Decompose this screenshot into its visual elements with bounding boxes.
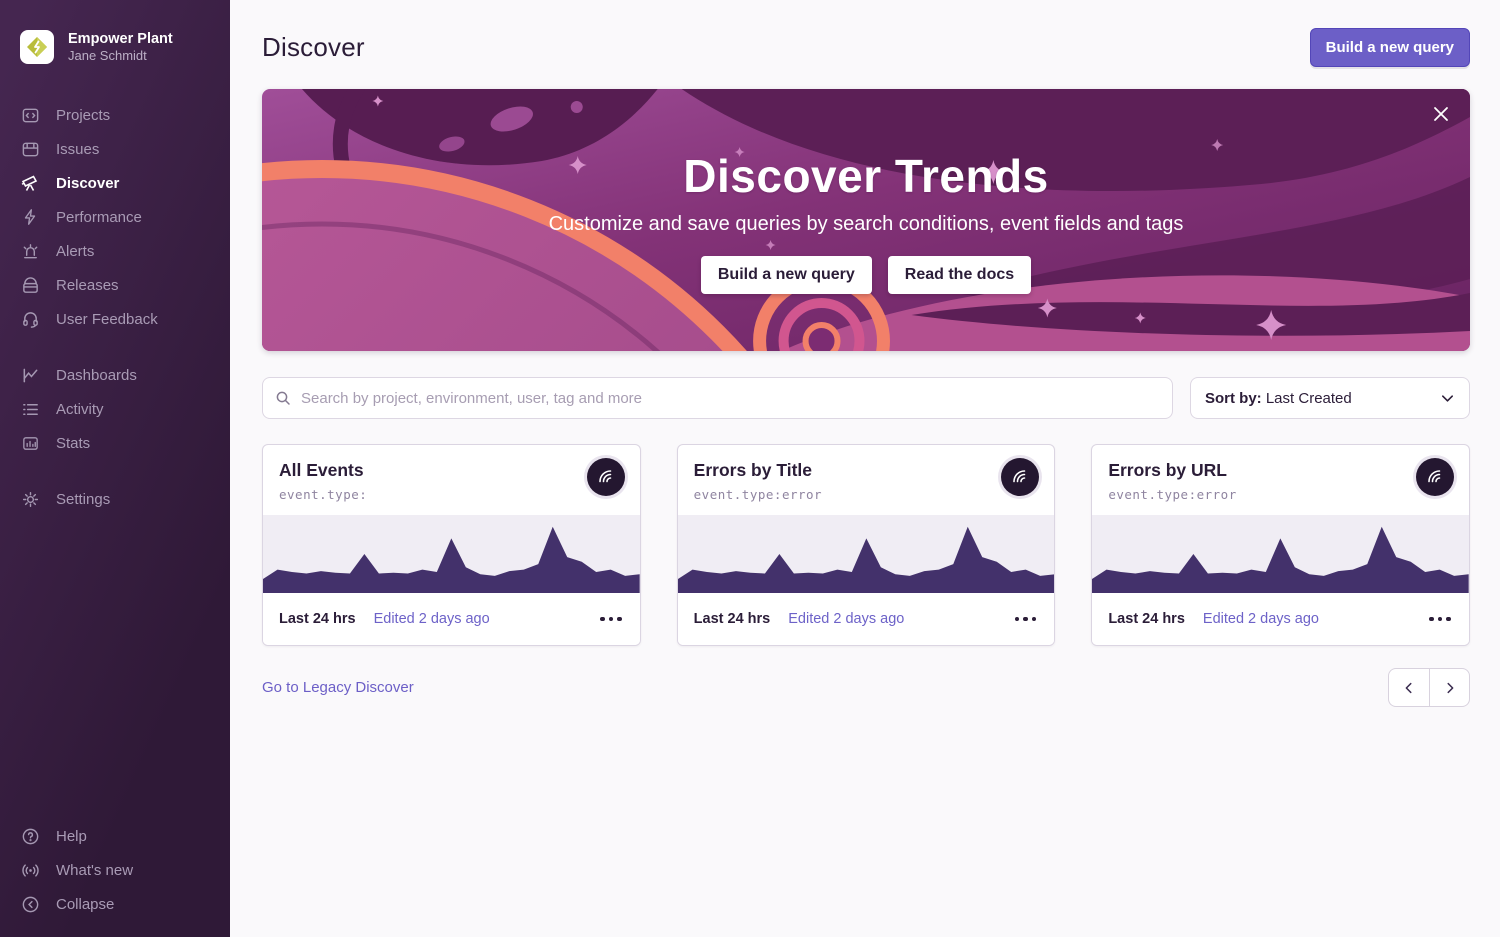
sidebar-item-label: Discover (56, 175, 119, 192)
sidebar-item-label: Releases (56, 277, 119, 294)
card-query: event.type:error (694, 487, 1039, 502)
sort-value: Last Created (1266, 390, 1352, 407)
sidebar-item-dashboards[interactable]: Dashboards (0, 358, 230, 392)
sentry-logo-icon (1010, 467, 1030, 487)
settings-gear-icon (20, 489, 40, 509)
card-edited-label: Edited 2 days ago (1203, 611, 1319, 627)
collapse-chevron-icon (20, 894, 40, 914)
card-context-menu-button[interactable] (1427, 611, 1453, 628)
card-sparkline-chart (678, 515, 1055, 593)
sidebar: Empower Plant Jane Schmidt Projects Issu… (0, 0, 230, 937)
sidebar-item-stats[interactable]: Stats (0, 426, 230, 460)
close-icon (1432, 105, 1450, 123)
card-time-range: Last 24 hrs (279, 611, 356, 627)
card-time-range: Last 24 hrs (694, 611, 771, 627)
card-sparkline-chart (263, 515, 640, 593)
sort-label: Sort by: (1205, 390, 1262, 407)
sidebar-item-label: Performance (56, 209, 142, 226)
saved-query-card-errors-by-url[interactable]: Errors by URL event.type:error Last 24 h… (1091, 444, 1470, 646)
sidebar-item-label: Issues (56, 141, 99, 158)
sidebar-item-label: Settings (56, 491, 110, 508)
pagination-next-button[interactable] (1429, 668, 1470, 707)
sidebar-item-whats-new[interactable]: What's new (0, 853, 230, 887)
stats-bars-icon (20, 433, 40, 453)
sidebar-item-performance[interactable]: Performance (0, 200, 230, 234)
sidebar-item-projects[interactable]: Projects (0, 98, 230, 132)
org-logo (20, 30, 54, 64)
sentry-logo-icon (596, 467, 616, 487)
card-query: event.type:error (1108, 487, 1453, 502)
card-title: Errors by URL (1108, 460, 1453, 481)
card-context-menu-button[interactable] (1013, 611, 1039, 628)
sidebar-item-issues[interactable]: Issues (0, 132, 230, 166)
card-time-range: Last 24 hrs (1108, 611, 1185, 627)
releases-box-icon (20, 275, 40, 295)
sentry-logo-badge (587, 458, 625, 496)
broadcast-icon (20, 860, 40, 880)
sidebar-item-label: Alerts (56, 243, 94, 260)
card-edited-label: Edited 2 days ago (374, 611, 490, 627)
saved-query-card-all-events[interactable]: All Events event.type: Last 24 hrs Edite… (262, 444, 641, 646)
sidebar-item-alerts[interactable]: Alerts (0, 234, 230, 268)
user-feedback-headset-icon (20, 309, 40, 329)
banner-subtitle: Customize and save queries by search con… (549, 213, 1184, 236)
search-icon (275, 390, 291, 411)
org-name: Empower Plant (68, 30, 173, 48)
issues-icon (20, 139, 40, 159)
card-sparkline-chart (1092, 515, 1469, 593)
sidebar-item-label: Help (56, 828, 87, 845)
card-context-menu-button[interactable] (598, 611, 624, 628)
banner-build-query-button[interactable]: Build a new query (701, 256, 872, 294)
build-new-query-button[interactable]: Build a new query (1310, 28, 1470, 67)
sidebar-item-label: What's new (56, 862, 133, 879)
sort-dropdown[interactable]: Sort by: Last Created (1190, 377, 1470, 419)
sentry-logo-icon (1425, 467, 1445, 487)
sidebar-item-help[interactable]: Help (0, 819, 230, 853)
card-query: event.type: (279, 487, 624, 502)
chevron-right-icon (1443, 681, 1457, 695)
sidebar-item-releases[interactable]: Releases (0, 268, 230, 302)
legacy-discover-link[interactable]: Go to Legacy Discover (262, 679, 414, 696)
user-name: Jane Schmidt (68, 48, 173, 64)
sidebar-item-label: Stats (56, 435, 90, 452)
sidebar-item-discover[interactable]: Discover (0, 166, 230, 200)
pagination-prev-button[interactable] (1388, 668, 1429, 707)
sidebar-item-label: Activity (56, 401, 104, 418)
search-input[interactable] (262, 377, 1173, 419)
activity-list-icon (20, 399, 40, 419)
main-content: Discover Build a new query (230, 0, 1500, 937)
sidebar-collapse-button[interactable]: Collapse (0, 887, 230, 921)
discover-trends-banner: Discover Trends Customize and save queri… (262, 89, 1470, 351)
org-switcher[interactable]: Empower Plant Jane Schmidt (0, 22, 230, 74)
banner-read-docs-button[interactable]: Read the docs (888, 256, 1031, 294)
sidebar-item-activity[interactable]: Activity (0, 392, 230, 426)
sidebar-item-label: Dashboards (56, 367, 137, 384)
alerts-siren-icon (20, 241, 40, 261)
help-icon (20, 826, 40, 846)
empower-plant-logo-icon (26, 36, 48, 58)
card-title: Errors by Title (694, 460, 1039, 481)
sidebar-item-user-feedback[interactable]: User Feedback (0, 302, 230, 336)
sentry-logo-badge (1416, 458, 1454, 496)
sidebar-item-label: Projects (56, 107, 110, 124)
dashboards-chart-icon (20, 365, 40, 385)
card-edited-label: Edited 2 days ago (788, 611, 904, 627)
banner-close-button[interactable] (1428, 101, 1454, 127)
projects-icon (20, 105, 40, 125)
chevron-down-icon (1440, 391, 1455, 406)
saved-query-card-errors-by-title[interactable]: Errors by Title event.type:error Last 24… (677, 444, 1056, 646)
page-title: Discover (262, 32, 365, 63)
performance-lightning-icon (20, 207, 40, 227)
chevron-left-icon (1402, 681, 1416, 695)
card-title: All Events (279, 460, 624, 481)
sidebar-item-label: Collapse (56, 896, 114, 913)
sidebar-item-label: User Feedback (56, 311, 158, 328)
discover-telescope-icon (20, 173, 40, 193)
banner-title: Discover Trends (683, 149, 1048, 203)
pagination (1388, 668, 1470, 707)
sidebar-item-settings[interactable]: Settings (0, 482, 230, 516)
